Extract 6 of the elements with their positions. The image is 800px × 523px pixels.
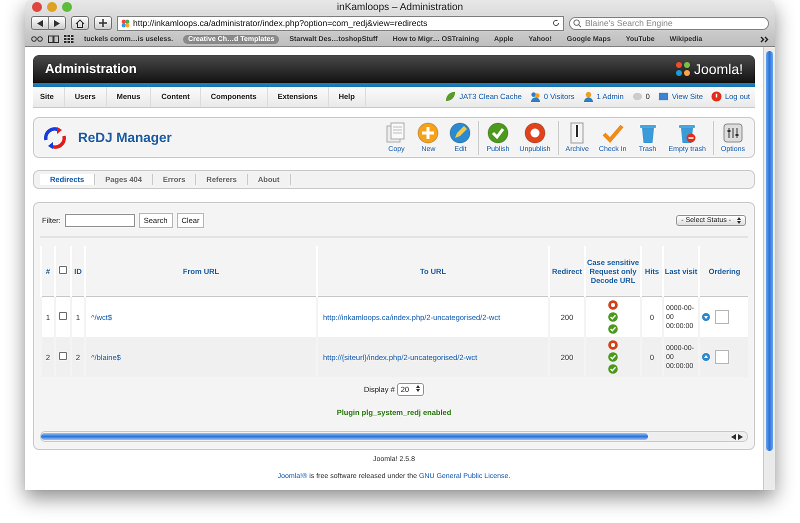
address-field[interactable]: http://inkamloops.ca/administrator/index.php?option=com_redj&view=redirects xyxy=(117,16,564,30)
component-title: ReDJ Manager xyxy=(78,130,172,146)
admin-title: Administration xyxy=(45,61,137,76)
logo-text: Joomla! xyxy=(694,60,743,77)
window-title: inKamloops – Administration xyxy=(336,2,464,12)
search-field[interactable]: Blaine's Search Engine xyxy=(569,16,769,30)
